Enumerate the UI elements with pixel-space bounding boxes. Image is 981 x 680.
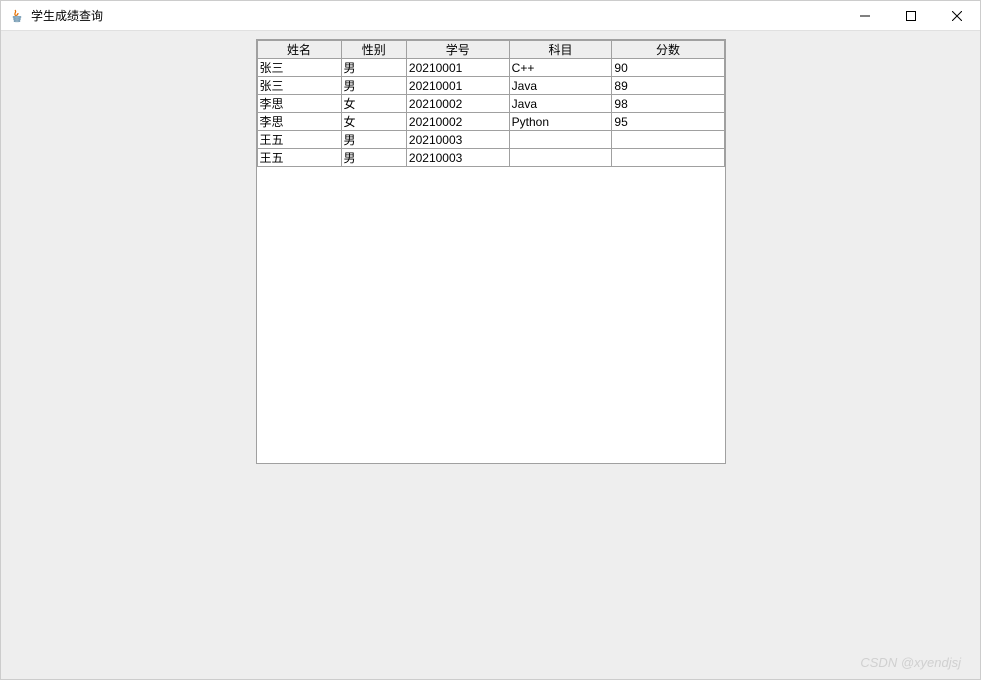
cell-gender[interactable]: 男: [341, 77, 406, 95]
app-window: 学生成绩查询 姓名 性别 学号 科目 分数: [0, 0, 981, 680]
cell-name[interactable]: 张三: [257, 77, 341, 95]
window-title: 学生成绩查询: [31, 7, 842, 24]
table-row[interactable]: 张三 男 20210001 C++ 90: [257, 59, 724, 77]
header-subject[interactable]: 科目: [509, 41, 612, 59]
cell-subject[interactable]: [509, 131, 612, 149]
cell-id[interactable]: 20210001: [406, 77, 509, 95]
cell-name[interactable]: 张三: [257, 59, 341, 77]
cell-name[interactable]: 李思: [257, 95, 341, 113]
table-row[interactable]: 张三 男 20210001 Java 89: [257, 77, 724, 95]
watermark: CSDN @xyendjsj: [860, 655, 961, 670]
table-body: 张三 男 20210001 C++ 90 张三 男 20210001 Java …: [257, 59, 724, 167]
cell-subject[interactable]: Java: [509, 77, 612, 95]
header-gender[interactable]: 性别: [341, 41, 406, 59]
cell-subject[interactable]: C++: [509, 59, 612, 77]
cell-subject[interactable]: [509, 149, 612, 167]
table-header-row: 姓名 性别 学号 科目 分数: [257, 41, 724, 59]
cell-name[interactable]: 王五: [257, 131, 341, 149]
titlebar: 学生成绩查询: [1, 1, 980, 31]
header-name[interactable]: 姓名: [257, 41, 341, 59]
cell-gender[interactable]: 男: [341, 59, 406, 77]
cell-name[interactable]: 李思: [257, 113, 341, 131]
cell-gender[interactable]: 男: [341, 131, 406, 149]
cell-subject[interactable]: Python: [509, 113, 612, 131]
cell-name[interactable]: 王五: [257, 149, 341, 167]
header-id[interactable]: 学号: [406, 41, 509, 59]
cell-id[interactable]: 20210003: [406, 149, 509, 167]
header-score[interactable]: 分数: [612, 41, 724, 59]
cell-score[interactable]: 89: [612, 77, 724, 95]
cell-id[interactable]: 20210001: [406, 59, 509, 77]
window-controls: [842, 1, 980, 30]
minimize-button[interactable]: [842, 1, 888, 30]
content-area: 姓名 性别 学号 科目 分数 张三 男 20210001 C++ 90: [1, 31, 980, 679]
close-button[interactable]: [934, 1, 980, 30]
cell-id[interactable]: 20210002: [406, 113, 509, 131]
cell-id[interactable]: 20210002: [406, 95, 509, 113]
cell-score[interactable]: [612, 149, 724, 167]
cell-score[interactable]: 98: [612, 95, 724, 113]
table-panel: 姓名 性别 学号 科目 分数 张三 男 20210001 C++ 90: [256, 39, 726, 464]
cell-score[interactable]: 90: [612, 59, 724, 77]
table-row[interactable]: 李思 女 20210002 Java 98: [257, 95, 724, 113]
java-icon: [9, 8, 25, 24]
cell-gender[interactable]: 女: [341, 113, 406, 131]
cell-gender[interactable]: 男: [341, 149, 406, 167]
cell-id[interactable]: 20210003: [406, 131, 509, 149]
cell-subject[interactable]: Java: [509, 95, 612, 113]
cell-score[interactable]: 95: [612, 113, 724, 131]
table-row[interactable]: 李思 女 20210002 Python 95: [257, 113, 724, 131]
table-row[interactable]: 王五 男 20210003: [257, 149, 724, 167]
maximize-button[interactable]: [888, 1, 934, 30]
table-row[interactable]: 王五 男 20210003: [257, 131, 724, 149]
cell-score[interactable]: [612, 131, 724, 149]
cell-gender[interactable]: 女: [341, 95, 406, 113]
student-score-table: 姓名 性别 学号 科目 分数 张三 男 20210001 C++ 90: [257, 40, 725, 167]
